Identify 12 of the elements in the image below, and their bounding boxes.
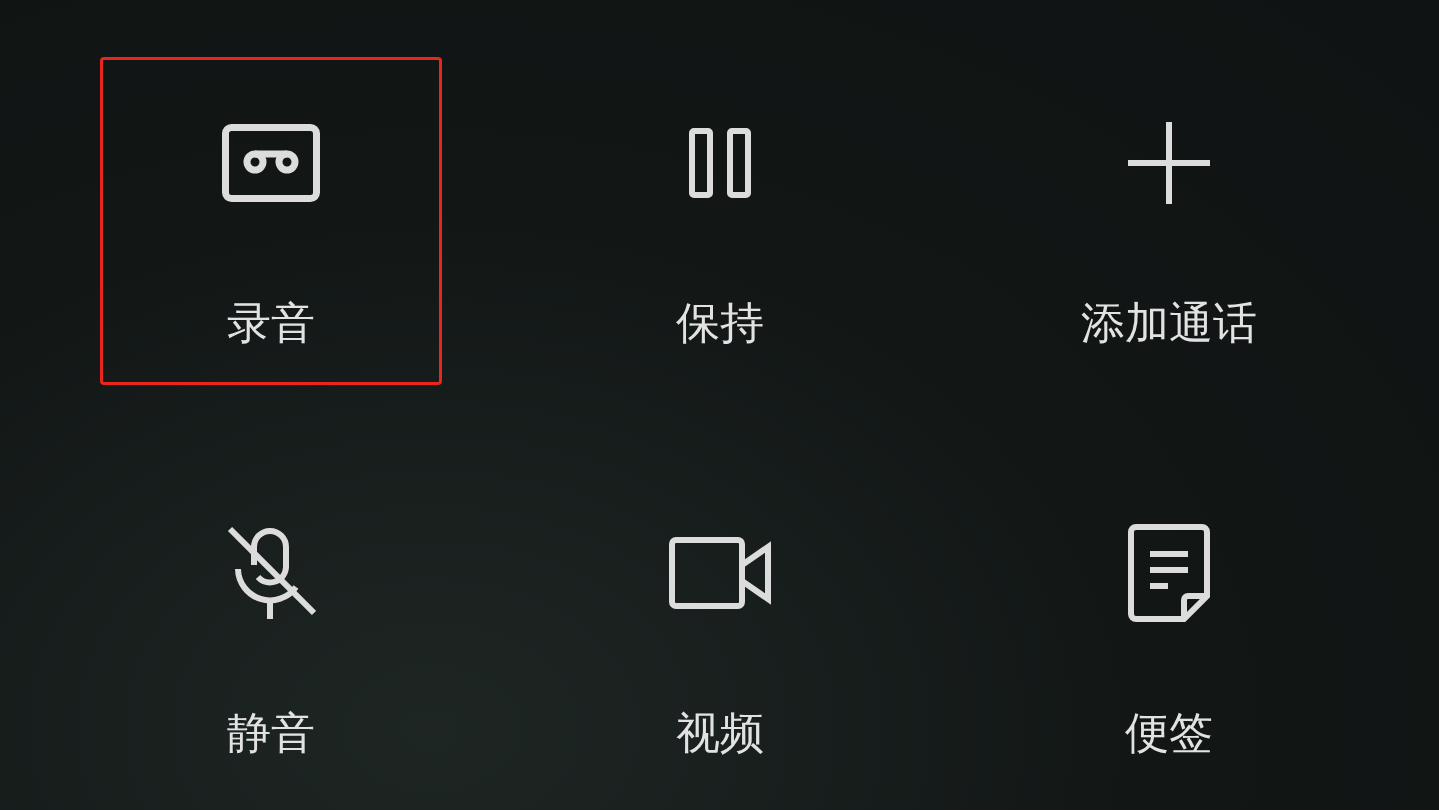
muted-microphone-icon [225,525,316,621]
note-icon [1127,524,1210,622]
call-action-button[interactable]: 便签 [997,467,1340,795]
call-action-button[interactable]: 添加通话 [997,57,1340,385]
call-action-button[interactable]: 保持 [548,57,891,385]
call-action-button[interactable]: 静音 [99,467,442,795]
pause-icon [688,128,751,198]
call-action-button[interactable]: 视频 [548,467,891,795]
call-action-button[interactable]: 录音 [99,57,442,385]
video-camera-icon [668,537,771,609]
cassette-icon [221,124,320,202]
plus-icon [1127,122,1210,204]
